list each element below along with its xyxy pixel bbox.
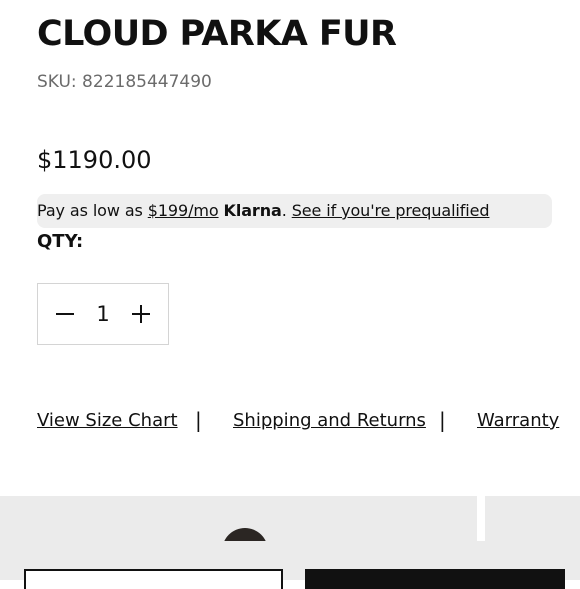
klarna-logo: Klarna — [223, 201, 282, 220]
quantity-value[interactable]: 1 — [82, 284, 124, 344]
product-title: CLOUD PARKA FUR — [37, 14, 397, 54]
plus-icon — [132, 305, 150, 323]
product-sku: SKU: 822185447490 — [37, 72, 212, 92]
minus-icon — [56, 313, 74, 315]
link-separator: | — [195, 408, 202, 432]
increase-quantity-button[interactable] — [119, 284, 163, 344]
klarna-prequalify-link[interactable]: See if you're prequalified — [292, 201, 490, 220]
klarna-amount-link[interactable]: $199/mo — [148, 201, 219, 220]
klarna-message: Pay as low as $199/mo Klarna. See if you… — [37, 201, 490, 220]
product-info-links: View Size Chart | Shipping and Returns |… — [37, 408, 559, 436]
add-to-cart-button[interactable] — [305, 569, 565, 589]
warranty-link[interactable]: Warranty — [477, 410, 559, 431]
view-size-chart-link[interactable]: View Size Chart — [37, 410, 178, 431]
sticky-action-bar — [0, 541, 580, 589]
secondary-action-button[interactable] — [24, 569, 283, 589]
quantity-label: QTY: — [37, 231, 84, 252]
shipping-and-returns-link[interactable]: Shipping and Returns — [233, 410, 426, 431]
klarna-banner: Pay as low as $199/mo Klarna. See if you… — [37, 194, 552, 228]
product-price: $1190.00 — [37, 146, 152, 174]
link-separator: | — [439, 408, 446, 432]
quantity-stepper: 1 — [37, 283, 169, 345]
decrease-quantity-button[interactable] — [43, 284, 87, 344]
klarna-prefix: Pay as low as — [37, 201, 148, 220]
klarna-period: . — [281, 201, 292, 220]
